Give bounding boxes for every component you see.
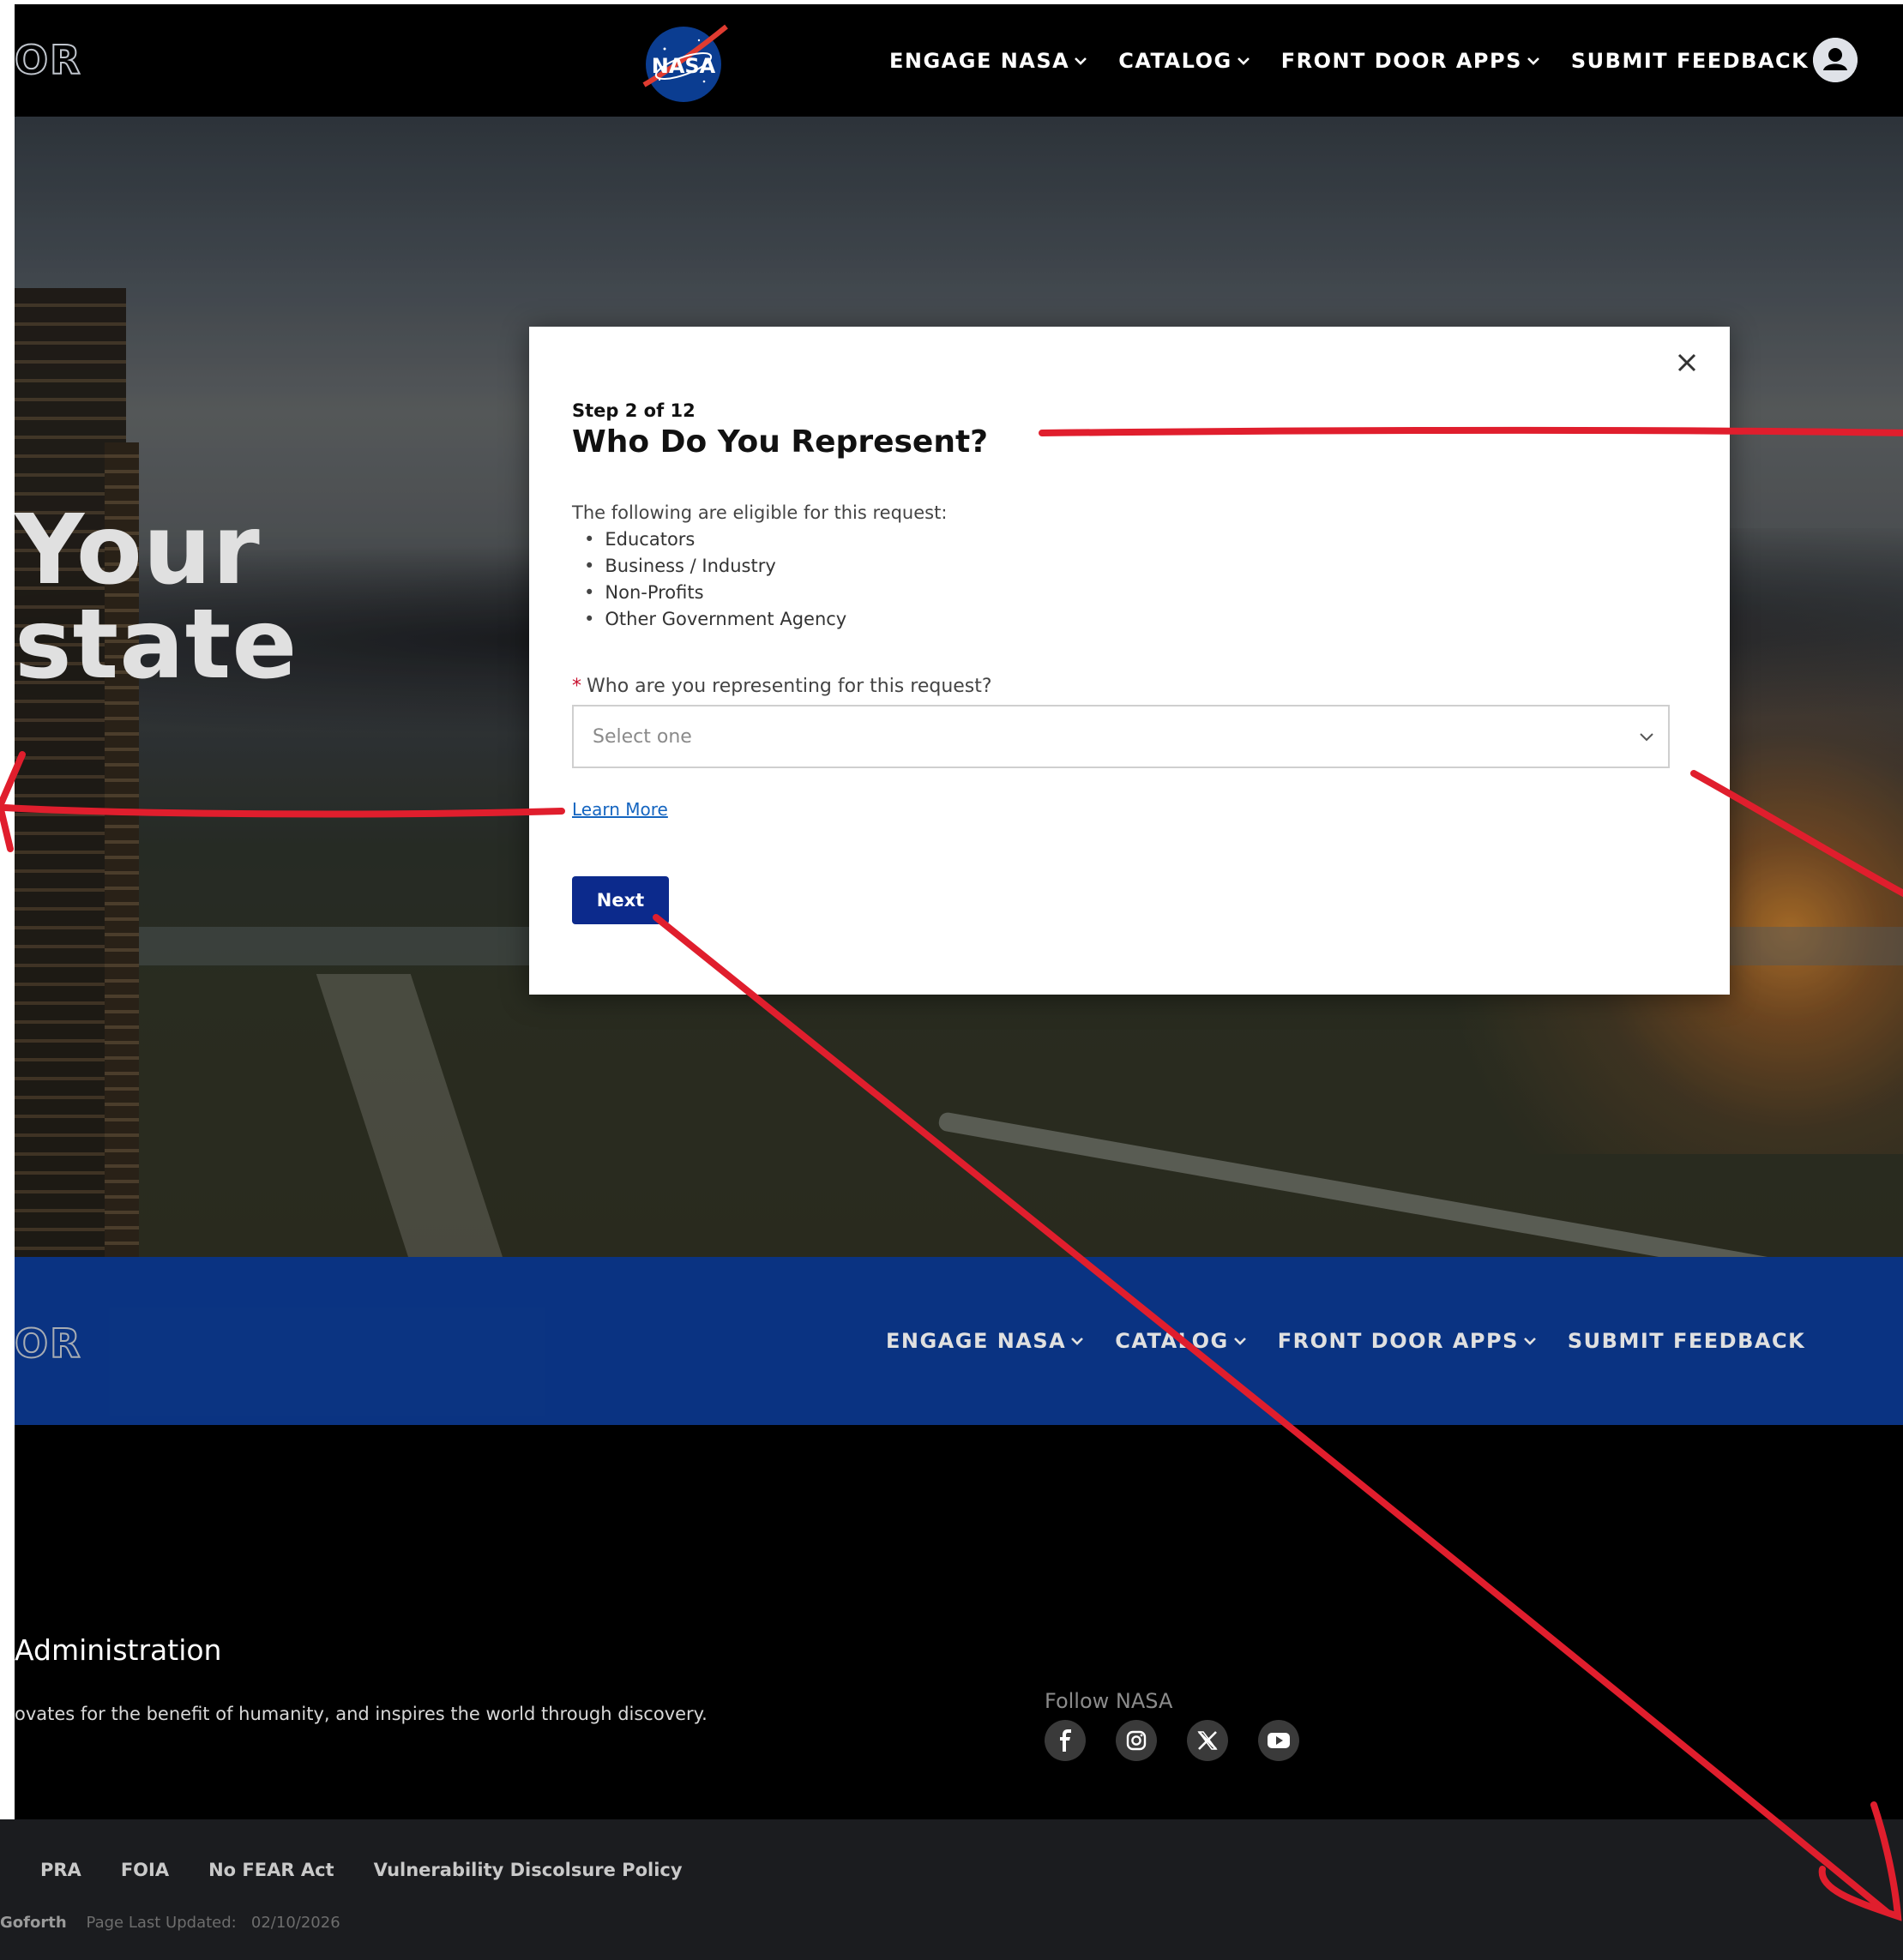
close-icon[interactable] [1670, 346, 1704, 380]
user-avatar-icon[interactable] [1813, 38, 1858, 82]
chevron-down-icon [1640, 733, 1653, 742]
main-nav: ENGAGE NASA CATALOG FRONT DOOR APPS SUBM… [889, 4, 1840, 117]
chevron-down-icon [1237, 57, 1250, 65]
eligibility-list: Educators Business / Industry Non-Profit… [572, 526, 846, 632]
footer-links: PRA FOIA No FEAR Act Vulnerability Disco… [40, 1860, 722, 1880]
secondary-nav-bar: OR ENGAGE NASA CATALOG FRONT DOOR APPS S… [14, 1257, 1903, 1425]
list-item: Business / Industry [572, 552, 846, 579]
hero-heading-line-2: state [15, 589, 298, 700]
nav-front-door-apps[interactable]: FRONT DOOR APPS [1278, 1329, 1536, 1353]
secondary-nav: ENGAGE NASA CATALOG FRONT DOOR APPS SUBM… [886, 1257, 1837, 1425]
nav-label: FRONT DOOR APPS [1277, 1329, 1519, 1353]
step-indicator: Step 2 of 12 [572, 400, 696, 421]
list-item: Educators [572, 526, 846, 552]
nav-engage-nasa[interactable]: ENGAGE NASA [889, 49, 1087, 73]
request-wizard-modal: Step 2 of 12 Who Do You Represent? The f… [529, 327, 1730, 995]
required-marker: * [572, 676, 581, 697]
site-brand[interactable]: OR [14, 36, 82, 84]
page: OR NASA ENGAGE NASA CATALOG FRONT DOOR A… [0, 0, 1903, 1960]
footer-agency-name: Administration [15, 1633, 222, 1667]
page-meta: Goforth Page Last Updated: 02/10/2026 [0, 1914, 340, 1932]
question-text: Who are you representing for this reques… [587, 676, 992, 697]
learn-more-link[interactable]: Learn More [572, 799, 668, 820]
footer-link-pra[interactable]: PRA [40, 1860, 81, 1880]
social-links [1045, 1720, 1299, 1761]
nav-label: ENGAGE NASA [886, 1329, 1067, 1353]
select-placeholder: Select one [593, 726, 692, 748]
instagram-icon[interactable] [1116, 1720, 1157, 1761]
youtube-icon[interactable] [1258, 1720, 1299, 1761]
representing-question-label: * Who are you representing for this reque… [572, 676, 992, 697]
top-nav-bar: OR NASA ENGAGE NASA CATALOG FRONT DOOR A… [14, 4, 1903, 117]
page-owner: Goforth [0, 1914, 67, 1932]
nasa-logo[interactable]: NASA [639, 20, 730, 105]
chevron-down-icon [1233, 1338, 1246, 1345]
chevron-down-icon [1523, 1338, 1536, 1345]
footer-link-no-fear-act[interactable]: No FEAR Act [208, 1860, 334, 1880]
next-button[interactable]: Next [572, 876, 669, 924]
eligibility-intro: The following are eligible for this requ… [572, 502, 948, 523]
x-icon[interactable] [1187, 1720, 1228, 1761]
footer-link-vulnerability-policy[interactable]: Vulnerability Discolsure Policy [374, 1860, 683, 1880]
nav-catalog[interactable]: CATALOG [1118, 48, 1250, 73]
chevron-down-icon [1527, 57, 1539, 65]
sub-footer: PRA FOIA No FEAR Act Vulnerability Disco… [0, 1819, 1903, 1960]
nav-submit-feedback[interactable]: SUBMIT FEEDBACK [1571, 49, 1809, 73]
hero-heading-line-1: Your [15, 495, 261, 606]
nav-label: SUBMIT FEEDBACK [1570, 48, 1810, 73]
last-updated-date: 02/10/2026 [250, 1914, 340, 1932]
nav-catalog[interactable]: CATALOG [1115, 1329, 1246, 1353]
nav-label: ENGAGE NASA [889, 48, 1070, 73]
last-updated-label: Page Last Updated: [86, 1914, 237, 1932]
list-item: Other Government Agency [572, 605, 846, 632]
nav-front-door-apps[interactable]: FRONT DOOR APPS [1281, 49, 1539, 73]
site-brand[interactable]: OR [14, 1320, 82, 1368]
facebook-icon[interactable] [1045, 1720, 1086, 1761]
footer-link-foia[interactable]: FOIA [121, 1860, 169, 1880]
nav-label: CATALOG [1118, 48, 1232, 73]
follow-label: Follow NASA [1045, 1689, 1173, 1713]
chevron-down-icon [1071, 1338, 1084, 1345]
nav-label: SUBMIT FEEDBACK [1567, 1329, 1806, 1353]
nav-label: CATALOG [1115, 1329, 1229, 1353]
footer: Administration ovates for the benefit of… [15, 1425, 1903, 1819]
representing-select[interactable]: Select one [572, 705, 1670, 768]
modal-title: Who Do You Represent? [572, 424, 989, 460]
nav-submit-feedback[interactable]: SUBMIT FEEDBACK [1568, 1329, 1805, 1353]
chevron-down-icon [1075, 57, 1087, 65]
nav-engage-nasa[interactable]: ENGAGE NASA [886, 1329, 1084, 1353]
svg-text:NASA: NASA [652, 54, 716, 78]
footer-mission-text: ovates for the benefit of humanity, and … [15, 1704, 708, 1724]
nav-label: FRONT DOOR APPS [1280, 48, 1522, 73]
list-item: Non-Profits [572, 579, 846, 605]
